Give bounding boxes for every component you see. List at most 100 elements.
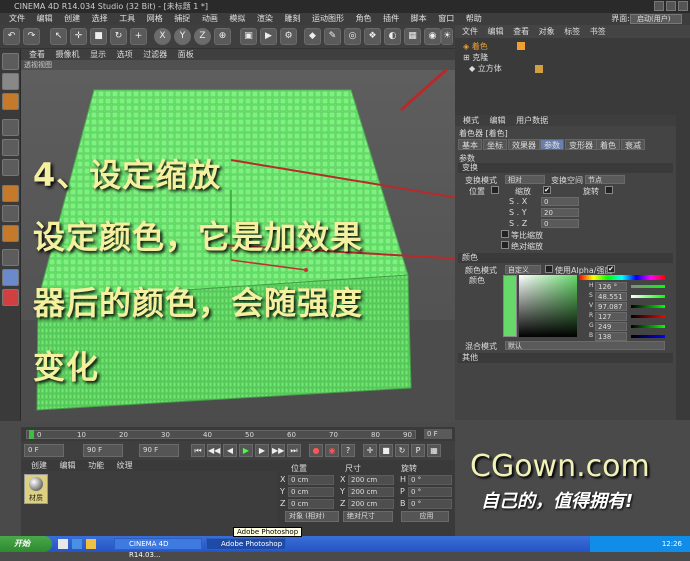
render-view-icon[interactable]: ▣	[240, 28, 257, 45]
close-button[interactable]	[678, 1, 688, 11]
deformer-icon[interactable]: ◐	[384, 28, 401, 45]
vp-menu-view[interactable]: 查看	[29, 50, 45, 59]
model-mode-icon[interactable]	[2, 53, 19, 70]
rgb-b-field[interactable]: 138	[595, 332, 627, 341]
size-z-field[interactable]: 200 cm	[348, 499, 394, 509]
folder-icon[interactable]	[86, 539, 96, 549]
pos-z-field[interactable]: 0 cm	[288, 499, 334, 509]
prev-frame-icon[interactable]: ◀	[223, 444, 237, 457]
axis-z-button[interactable]: Z	[194, 28, 211, 45]
add-icon[interactable]: +	[130, 28, 147, 45]
tag-icon[interactable]	[517, 42, 525, 50]
sx-field[interactable]: 0	[541, 197, 579, 206]
edges-mode-icon[interactable]	[2, 139, 19, 156]
interface-select[interactable]: 启动(用户)	[630, 14, 682, 24]
obj-menu-view[interactable]: 查看	[513, 27, 529, 36]
mat-menu-function[interactable]: 功能	[88, 461, 104, 470]
menu-animate[interactable]: 动画	[202, 14, 218, 23]
hsv-s-field[interactable]: 48.551 %	[595, 292, 627, 309]
layer-icon[interactable]	[2, 269, 19, 286]
attr-menu-userdata[interactable]: 用户数据	[516, 116, 548, 125]
material-swatch[interactable]: 材质	[24, 474, 48, 504]
ie-icon[interactable]	[72, 539, 82, 549]
task-cinema4d[interactable]: CINEMA 4D R14.03...	[114, 538, 202, 559]
task-photoshop[interactable]: Adobe Photoshop	[206, 538, 286, 550]
record-icon[interactable]: ●	[309, 444, 323, 457]
axis-y-button[interactable]: Y	[174, 28, 191, 45]
pos-y-field[interactable]: 0 cm	[288, 487, 334, 497]
obj-menu-object[interactable]: 对象	[539, 27, 555, 36]
tab-shading[interactable]: 着色	[596, 139, 620, 150]
rot-p-field[interactable]: 0 °	[408, 487, 452, 497]
render-settings-icon[interactable]: ⚙	[280, 28, 297, 45]
tab-effector[interactable]: 效果器	[508, 139, 540, 150]
render-icon[interactable]: ▶	[260, 28, 277, 45]
sculpt-icon[interactable]	[2, 289, 19, 306]
current-frame-field[interactable]: 0 F	[424, 429, 452, 439]
b-slider[interactable]	[631, 335, 665, 338]
rot-h-field[interactable]: 0 °	[408, 475, 452, 485]
obj-menu-edit[interactable]: 编辑	[488, 27, 504, 36]
undo-icon[interactable]: ↶	[3, 28, 20, 45]
h-slider[interactable]	[631, 285, 665, 288]
start-button[interactable]: 开始	[0, 536, 52, 552]
object-row-cube[interactable]: ◆ 立方体	[469, 64, 502, 74]
array-icon[interactable]: ❖	[364, 28, 381, 45]
play-icon[interactable]: ▶	[239, 444, 253, 457]
vp-menu-options[interactable]: 选项	[117, 50, 133, 59]
start-frame-field[interactable]: 0 F	[24, 444, 64, 457]
tab-falloff[interactable]: 衰减	[621, 139, 645, 150]
lock-icon[interactable]	[2, 249, 19, 266]
tab-coord[interactable]: 坐标	[483, 139, 507, 150]
rgb-r-field[interactable]: 127	[595, 312, 627, 321]
uniform-scale-checkbox[interactable]	[501, 230, 509, 238]
sz-field[interactable]: 0	[541, 219, 579, 228]
section-transform[interactable]: 变换	[458, 163, 673, 173]
vp-menu-filter[interactable]: 过滤器	[143, 50, 167, 59]
size-mode-select[interactable]: 绝对尺寸	[343, 511, 393, 522]
menu-plugins[interactable]: 插件	[383, 14, 399, 23]
attr-menu-mode[interactable]: 模式	[463, 116, 479, 125]
obj-menu-bookmark[interactable]: 书签	[590, 27, 606, 36]
coordinate-system-icon[interactable]: ⊕	[214, 28, 231, 45]
light-icon[interactable]: ☀	[441, 28, 453, 45]
menu-simulate[interactable]: 模拟	[229, 14, 245, 23]
timeline-ruler[interactable]: 0 10 20 30 40 50 60 70 80 90	[26, 430, 416, 439]
size-x-field[interactable]: 200 cm	[348, 475, 394, 485]
vp-menu-panel[interactable]: 面板	[178, 50, 194, 59]
obj-menu-file[interactable]: 文件	[462, 27, 478, 36]
size-y-field[interactable]: 200 cm	[348, 487, 394, 497]
absolute-scale-checkbox[interactable]	[501, 241, 509, 249]
rotate-icon[interactable]: ↻	[110, 28, 127, 45]
color-mode-select[interactable]: 自定义	[505, 265, 541, 274]
texture-mode-icon[interactable]	[2, 73, 19, 90]
axis-mode-icon[interactable]	[2, 185, 19, 202]
scale-icon[interactable]: ■	[90, 28, 107, 45]
vp-menu-display[interactable]: 显示	[90, 50, 106, 59]
menu-window[interactable]: 窗口	[438, 14, 454, 23]
menu-edit[interactable]: 编辑	[37, 14, 53, 23]
scene-icon[interactable]: ▦	[404, 28, 421, 45]
menu-select[interactable]: 选择	[92, 14, 108, 23]
tab-basic[interactable]: 基本	[458, 139, 482, 150]
playhead[interactable]	[29, 430, 34, 439]
pen-icon[interactable]: ✎	[324, 28, 341, 45]
section-other[interactable]: 其他	[458, 353, 673, 363]
menu-mesh[interactable]: 网格	[147, 14, 163, 23]
vp-menu-camera[interactable]: 摄像机	[56, 50, 80, 59]
min-frame-field[interactable]: 90 F	[83, 444, 123, 457]
prev-key-icon[interactable]: ◀◀	[207, 444, 221, 457]
menu-render[interactable]: 渲染	[257, 14, 273, 23]
menu-sculpt[interactable]: 雕刻	[284, 14, 300, 23]
menu-script[interactable]: 脚本	[411, 14, 427, 23]
viewport[interactable]: 4、设定缩放 设定颜色，它是加效果 器后的颜色，会随强度 变化	[21, 70, 455, 422]
color-checkbox[interactable]: ✔	[607, 265, 615, 273]
transform-space-select[interactable]: 节点	[585, 175, 625, 184]
next-key-icon[interactable]: ▶▶	[271, 444, 285, 457]
key-pos-icon[interactable]: ✛	[363, 444, 377, 457]
color-swatch[interactable]	[503, 275, 517, 337]
points-mode-icon[interactable]	[2, 119, 19, 136]
polygons-mode-icon[interactable]	[2, 159, 19, 176]
position-checkbox[interactable]	[491, 186, 499, 194]
mat-menu-edit[interactable]: 编辑	[60, 461, 76, 470]
